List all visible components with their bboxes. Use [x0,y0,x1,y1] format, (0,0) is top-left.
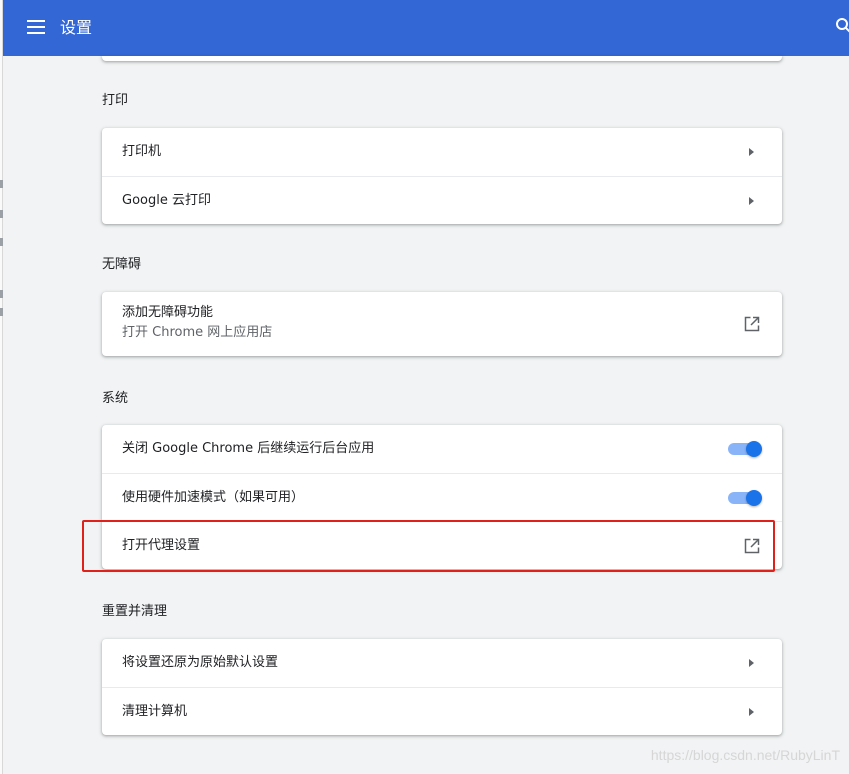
search-icon[interactable] [835,17,849,35]
hardware-acceleration-row[interactable]: 使用硬件加速模式（如果可用） [102,473,782,521]
cleanup-computer-row[interactable]: 清理计算机 [102,687,782,735]
proxy-settings-row[interactable]: 打开代理设置 [102,521,782,569]
background-apps-label: 关闭 Google Chrome 后继续运行后台应用 [122,441,375,456]
add-accessibility-label: 添加无障碍功能 [122,305,214,320]
restore-defaults-row[interactable]: 将设置还原为原始默认设置 [102,639,782,687]
hardware-acceleration-label: 使用硬件加速模式（如果可用） [122,490,305,505]
open-in-new-icon[interactable] [744,538,760,554]
section-title-reset: 重置并清理 [102,604,168,619]
background-apps-row[interactable]: 关闭 Google Chrome 后继续运行后台应用 [102,425,782,473]
cloud-print-label: Google 云打印 [122,193,211,208]
add-accessibility-sublabel: 打开 Chrome 网上应用店 [122,325,273,340]
cloud-print-row[interactable]: Google 云打印 [102,176,782,224]
reset-card: 将设置还原为原始默认设置 清理计算机 [102,639,782,735]
cleanup-computer-label: 清理计算机 [122,704,188,719]
settings-toolbar: 设置 [3,0,849,56]
edge-mark [0,238,3,246]
toggle-knob [746,490,762,506]
left-window-edge [0,0,3,774]
hamburger-menu-icon[interactable] [27,20,45,34]
section-title-accessibility: 无障碍 [102,257,142,272]
edge-mark [0,308,3,316]
watermark-text: https://blog.csdn.net/RubyLinT [650,747,840,763]
printers-label: 打印机 [122,144,162,159]
print-card: 打印机 Google 云打印 [102,128,782,224]
edge-mark [0,290,3,298]
arrow-right-icon [749,708,754,716]
system-card: 关闭 Google Chrome 后继续运行后台应用 使用硬件加速模式（如果可用… [102,425,782,569]
accessibility-card: 添加无障碍功能 打开 Chrome 网上应用店 [102,292,782,356]
edge-mark [0,210,3,218]
previous-section-card [102,56,782,61]
edge-mark [0,180,3,188]
arrow-right-icon [749,148,754,156]
printers-row[interactable]: 打印机 [102,128,782,176]
add-accessibility-row[interactable]: 添加无障碍功能 打开 Chrome 网上应用店 [102,292,782,356]
section-title-system: 系统 [102,391,129,406]
section-title-print: 打印 [102,93,129,108]
toggle-knob [746,441,762,457]
arrow-right-icon [749,659,754,667]
proxy-settings-label: 打开代理设置 [122,538,201,553]
background-apps-toggle[interactable] [728,441,762,457]
page-title: 设置 [60,18,93,37]
restore-defaults-label: 将设置还原为原始默认设置 [122,655,279,670]
hardware-acceleration-toggle[interactable] [728,490,762,506]
open-in-new-icon[interactable] [744,316,760,332]
arrow-right-icon [749,197,754,205]
